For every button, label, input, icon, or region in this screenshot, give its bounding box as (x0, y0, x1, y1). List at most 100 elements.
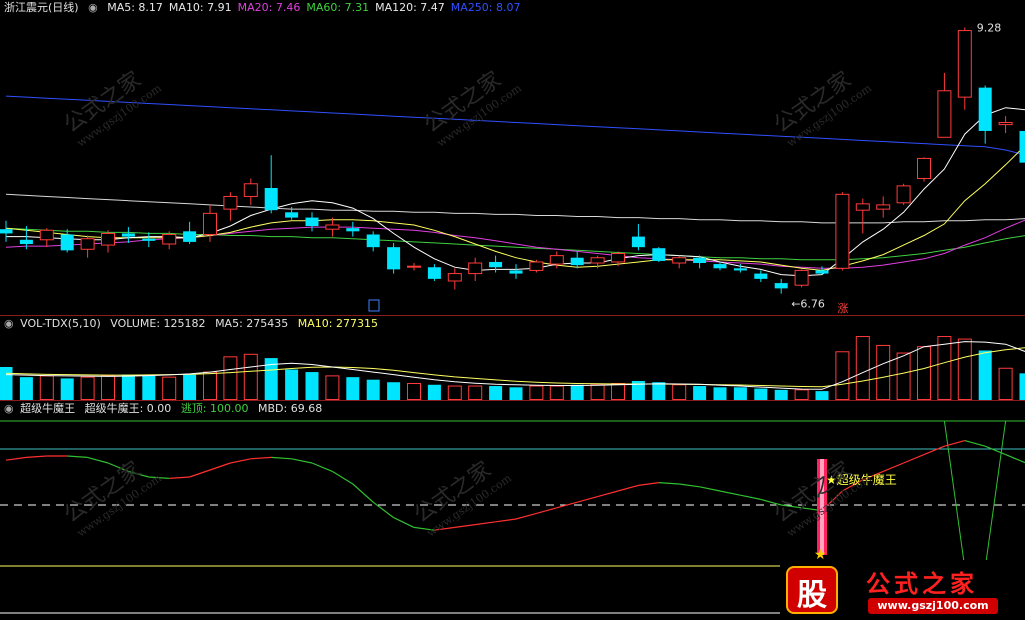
volume-bar (80, 376, 95, 400)
mbd-segment (209, 462, 231, 471)
ma-legend-item: MA250: 8.07 (450, 1, 521, 14)
volume-bar (285, 369, 299, 400)
candle-body (876, 204, 891, 210)
volume-bar (794, 389, 809, 400)
candle-body (285, 212, 299, 218)
mbd-segment (26, 455, 47, 458)
volume-bar (1019, 373, 1025, 400)
candle-body (60, 234, 74, 251)
mbd-segment (515, 512, 537, 520)
mbd-segment (658, 482, 680, 485)
volume-bar (162, 376, 177, 400)
volume-bar (937, 336, 952, 400)
candle-body (223, 195, 238, 210)
candle-body (1019, 130, 1025, 163)
volume-bar (998, 367, 1013, 400)
settings-icon[interactable]: ◉ (4, 317, 14, 330)
mbd-segment (984, 445, 1006, 456)
candle-body (101, 232, 115, 246)
candle-body (774, 283, 788, 289)
limit-up-marker: 涨 (837, 302, 848, 315)
candle-body (489, 261, 503, 268)
mbd-segment (393, 517, 415, 528)
volume-bar (754, 388, 768, 400)
candle-body (549, 255, 564, 265)
volume-bar (835, 351, 850, 400)
candle-body (957, 30, 972, 98)
candle-body (366, 234, 380, 248)
ma-legend: MA5: 8.17 MA10: 7.91 MA20: 7.46 MA60: 7.31 M… (107, 1, 526, 14)
mbd-segment (311, 462, 333, 472)
settings-icon[interactable]: ◉ (88, 1, 98, 14)
volume-bar (590, 384, 605, 400)
candle-body (162, 233, 177, 245)
candle-body (713, 264, 727, 269)
candle-body (447, 273, 462, 282)
candle-body (631, 236, 645, 248)
mbd-segment (740, 494, 761, 500)
volume-panel[interactable]: ◉ VOL-TDX(5,10) VOLUME: 125182 MA5: 2754… (0, 316, 1025, 400)
volume-bar (447, 385, 462, 400)
volume-bar (855, 336, 870, 400)
volume-bar (693, 386, 707, 400)
price-header: 浙江震元(日线) ◉ MA5: 8.17 MA10: 7.91 MA20: 7.46… (4, 0, 533, 16)
volume-bar (223, 356, 238, 400)
mbd-segment (597, 490, 619, 498)
candle-body (509, 270, 523, 274)
candlestick-chart[interactable]: 9.28 ←6.76 涨 (0, 0, 1025, 315)
mbd-segment (475, 521, 496, 526)
candle-body (693, 257, 707, 264)
candle-body (570, 257, 584, 266)
volume-bar (509, 387, 523, 400)
candle-body (468, 262, 483, 275)
mbd-segment (536, 507, 557, 514)
candle-body (794, 269, 809, 286)
volume-bar (305, 372, 319, 400)
stock-name: 浙江震元 (4, 1, 48, 14)
candle-body (19, 239, 33, 244)
candle-body (672, 257, 687, 264)
candle-body (0, 229, 13, 234)
candle-body (407, 265, 421, 268)
volume-bar (366, 379, 380, 400)
volume-bar (672, 384, 687, 400)
mbd-segment (250, 456, 272, 460)
candle-body (387, 247, 401, 270)
candle-body (590, 257, 605, 264)
candle-body (896, 185, 911, 204)
volume-bar (407, 383, 421, 400)
mbd-segment (5, 456, 27, 461)
volume-bar (183, 374, 197, 400)
mbd-segment (189, 469, 211, 478)
mbd-segment (638, 482, 659, 486)
volume-ma10-line (5, 347, 1025, 388)
volume-bar (978, 350, 992, 400)
candle-body (978, 87, 992, 131)
mbd-segment (291, 458, 313, 464)
candle-body (529, 261, 544, 271)
mbd-segment (699, 486, 721, 492)
volume-bar (325, 375, 340, 400)
volume-ma5: MA5: 275435 (215, 317, 289, 330)
candle-body (39, 229, 54, 241)
volume-bar (243, 353, 258, 400)
escape-value: 逃顶: 100.00 (180, 402, 249, 415)
candle-body (142, 238, 156, 241)
candle-body (652, 248, 666, 261)
volume-bar (39, 375, 54, 400)
logo-badge: 股 (786, 566, 838, 614)
volume-bar (489, 386, 503, 400)
ma-legend-item: MA10: 7.91 (168, 1, 232, 14)
mbd-segment (617, 484, 639, 492)
candle-body (733, 268, 747, 271)
volume-bar (0, 367, 13, 400)
volume-bar (733, 387, 747, 400)
volume-bar (957, 338, 972, 400)
volume-ma5-line (5, 341, 1025, 390)
volume-bar (101, 375, 115, 400)
settings-icon[interactable]: ◉ (4, 402, 14, 415)
indicator-name: 超级牛魔王 (20, 402, 76, 415)
candle-body (855, 203, 870, 211)
price-chart-panel[interactable]: 9.28 ←6.76 涨 浙江震元(日线) ◉ MA5: 8.17 MA10: 7.9… (0, 0, 1025, 315)
volume-bar (60, 378, 74, 400)
